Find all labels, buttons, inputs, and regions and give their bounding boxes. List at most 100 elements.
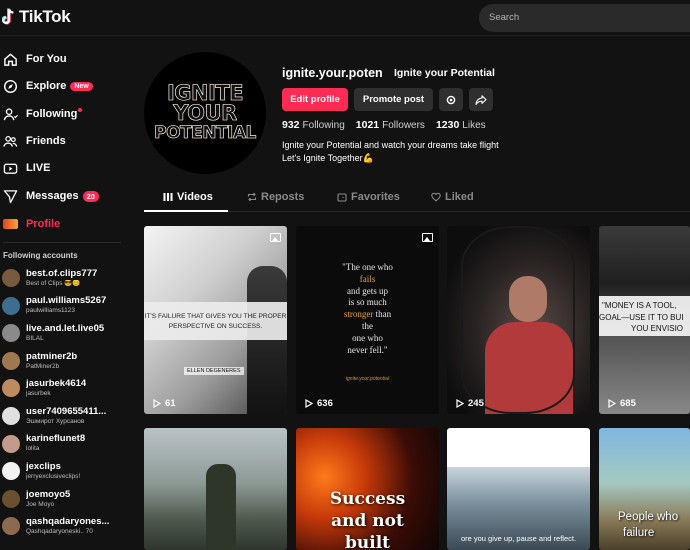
account-username: joemoyo5	[26, 489, 71, 500]
account-nickname: PatMiner2b	[26, 362, 60, 370]
tab-videos[interactable]: Videos	[163, 191, 213, 203]
account-username: paul.williams5267	[26, 296, 107, 307]
photo-icon	[422, 233, 433, 242]
avatar	[2, 269, 20, 287]
account-username: live.and.let.live05	[26, 323, 105, 334]
account-nickname: Эшмирот Хурсанов	[26, 417, 85, 425]
account-nickname: Best of Clips 😎😊	[26, 279, 81, 287]
video-card[interactable]: ore you give up, pause and reflect.	[447, 428, 590, 550]
bookmark-folder-icon	[337, 193, 347, 202]
following-account-item[interactable]: paul.williams5267 paulwilliams1123	[2, 293, 126, 319]
nav-label: Following	[26, 108, 78, 120]
following-account-item[interactable]: karineflunet8 lolita	[2, 431, 126, 457]
tiktok-note-icon	[2, 8, 14, 25]
video-thumbnail-figure	[206, 464, 236, 550]
video-card[interactable]	[144, 428, 287, 550]
nav-live[interactable]: LIVE	[3, 158, 50, 178]
photo-icon	[270, 233, 281, 242]
following-account-item[interactable]: qashqadaryones... Qashqadaryoneski.. 70	[2, 513, 126, 539]
following-account-item[interactable]: patminer2b PatMiner2b	[2, 348, 126, 374]
play-icon	[153, 399, 161, 408]
tab-liked[interactable]: Liked	[431, 191, 474, 203]
avatar	[2, 379, 20, 398]
followers-stat[interactable]: 1021 Followers	[356, 119, 425, 131]
account-text: qashqadaryones... Qashqadaryoneski.. 70	[26, 517, 109, 535]
active-tab-indicator	[144, 210, 228, 212]
video-card[interactable]: People who failure	[599, 428, 690, 550]
home-icon	[4, 52, 17, 66]
profile-avatar[interactable]: IGNITE YOUR POTENTIAL	[144, 52, 266, 174]
followers-count: 1021	[355, 119, 380, 131]
following-account-item[interactable]: joemoyo5 Joe Moyo	[2, 486, 126, 512]
nav-following[interactable]: Following	[3, 104, 83, 124]
account-text: karineflunet8 lolita	[26, 434, 85, 452]
following-account-item[interactable]: jasurbek4614 jasurbek	[2, 375, 126, 401]
avatar	[2, 407, 20, 425]
play-icon	[456, 399, 464, 408]
settings-button[interactable]	[439, 88, 463, 111]
video-caption: ELLEN DEGENERES	[184, 367, 244, 375]
following-account-item[interactable]: live.and.let.live05 BILAL	[2, 320, 126, 346]
avatar-text-line: IGNITE	[166, 81, 244, 105]
quote-line: the	[362, 320, 373, 331]
profile-stats: 932 Following 1021 Followers 1230 Likes	[282, 119, 497, 131]
logo-text: TikTok	[19, 7, 71, 26]
following-account-item[interactable]: user7409655411... Эшмирот Хурсанов	[2, 403, 126, 429]
share-button[interactable]	[469, 88, 493, 111]
account-username: jasurbek4614	[26, 379, 87, 390]
nav-label: Explore	[26, 80, 67, 92]
profile-nickname: Ignite your Potential	[394, 67, 495, 79]
friends-icon	[3, 135, 18, 147]
tab-favorites[interactable]: Favorites	[337, 191, 400, 203]
overlay-line: Success	[329, 489, 406, 509]
gear-icon	[446, 95, 456, 104]
video-card[interactable]: 245	[447, 226, 590, 414]
view-count: 245	[456, 398, 484, 409]
account-text: paul.williams5267 paulwilliams1123	[26, 296, 106, 314]
compass-icon	[3, 79, 18, 93]
quote-line: is so much	[348, 297, 387, 308]
following-account-item[interactable]: best.of.clips777 Best of Clips 😎😊	[2, 265, 126, 291]
nav-friends[interactable]: Friends	[3, 131, 66, 151]
video-card[interactable]: Success and not built	[296, 428, 439, 550]
live-icon	[3, 163, 18, 174]
nav-label: Profile	[26, 218, 61, 230]
following-account-item[interactable]: jexclips jerryexclusiveclips!	[2, 458, 126, 484]
quote-line: never fell."	[347, 344, 388, 355]
search-input[interactable]: Search	[479, 4, 690, 32]
likes-label: Likes	[462, 120, 486, 131]
nav-profile[interactable]: Profile	[3, 214, 60, 234]
following-stat[interactable]: 932 Following	[282, 119, 345, 131]
quote-highlight: stronger	[343, 309, 374, 320]
promote-post-button[interactable]: Promote post	[354, 88, 433, 111]
messages-count-badge: 20	[82, 190, 99, 202]
video-card[interactable]: IT'S FAILURE THAT GIVES YOU THE PROPER P…	[144, 226, 287, 414]
overlay-line: People who	[618, 511, 679, 523]
quote-line: and gets up	[347, 285, 388, 296]
overlay-line: GOAL—USE IT TO BUI	[599, 312, 684, 322]
nav-explore[interactable]: Explore New	[3, 76, 93, 96]
nav-for-you[interactable]: For You	[3, 49, 67, 69]
overlay-line: and not	[331, 511, 404, 531]
view-count: 61	[153, 398, 176, 409]
video-card[interactable]: "MONEY IS A TOOL, GOAL—USE IT TO BUI YOU…	[599, 226, 690, 414]
view-count-value: 61	[165, 398, 176, 409]
video-quote: "The one who fails and gets up is so muc…	[296, 262, 439, 356]
avatar	[2, 434, 20, 453]
edit-profile-button[interactable]: Edit profile	[282, 88, 348, 111]
nav-label: Messages	[26, 190, 79, 202]
tab-reposts[interactable]: Reposts	[247, 191, 304, 203]
followers-label: Followers	[382, 120, 425, 131]
grid-icon	[163, 193, 173, 201]
profile-thumb-icon	[3, 219, 18, 229]
tiktok-logo[interactable]: TikTok	[2, 7, 71, 27]
nav-messages[interactable]: Messages 20	[3, 186, 99, 206]
likes-stat: 1230 Likes	[436, 119, 486, 131]
share-arrow-icon	[475, 94, 487, 105]
avatar-text-line: POTENTIAL	[154, 123, 257, 144]
video-thumbnail-figure	[247, 266, 287, 414]
repost-icon	[247, 192, 257, 202]
account-nickname: paulwilliams1123	[26, 307, 76, 315]
video-card[interactable]: "The one who fails and gets up is so muc…	[296, 226, 439, 414]
account-nickname: jerryexclusiveclips!	[26, 472, 81, 480]
